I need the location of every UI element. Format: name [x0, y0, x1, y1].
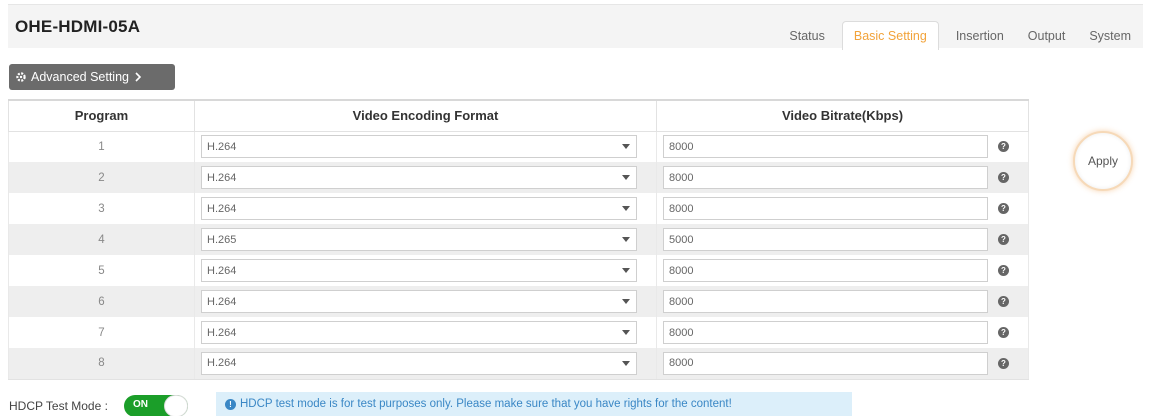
table-row: 4 H.265 ? [8, 224, 1029, 255]
chevron-down-icon [622, 268, 630, 273]
encoding-format-value: H.264 [207, 295, 237, 308]
nav-tabs: Status Basic Setting Insertion Output Sy… [777, 21, 1143, 50]
info-icon: ! [225, 398, 236, 410]
toggle-knob [164, 395, 188, 416]
encoding-format-value: H.265 [207, 233, 237, 246]
tab-system[interactable]: System [1077, 21, 1143, 50]
encoding-format-value: H.264 [207, 357, 237, 370]
encoding-format-value: H.264 [207, 171, 237, 184]
bitrate-input[interactable] [663, 259, 988, 282]
chevron-right-icon [133, 71, 143, 83]
program-number: 6 [8, 286, 195, 317]
encoding-format-select[interactable]: H.264 [201, 166, 637, 189]
table-row: 1 H.264 ? [8, 131, 1029, 162]
help-icon[interactable]: ? [998, 265, 1009, 276]
program-number: 4 [8, 224, 195, 255]
bitrate-input[interactable] [663, 321, 988, 344]
toggle-state-text: ON [133, 399, 148, 410]
column-header-program: Program [8, 99, 195, 132]
chevron-down-icon [622, 144, 630, 150]
tab-status[interactable]: Status [777, 21, 836, 50]
chevron-down-icon [622, 237, 630, 242]
help-icon[interactable]: ? [998, 203, 1009, 214]
table-header-row: Program Video Encoding Format Video Bitr… [8, 99, 1029, 132]
gear-icon [15, 71, 27, 83]
table-row: 6 H.264 ? [8, 286, 1029, 317]
encoding-format-select[interactable]: H.264 [201, 259, 637, 282]
chevron-down-icon [622, 330, 630, 335]
program-number: 7 [8, 317, 195, 348]
tab-insertion[interactable]: Insertion [944, 21, 1016, 50]
table-row: 5 H.264 ? [8, 255, 1029, 286]
bitrate-input[interactable] [663, 197, 988, 220]
hdcp-notice: ! HDCP test mode is for test purposes on… [216, 392, 852, 416]
encoding-format-select[interactable]: H.264 [201, 351, 637, 375]
encoding-format-value: H.264 [207, 202, 237, 215]
encoding-format-select[interactable]: H.264 [201, 197, 637, 220]
apply-button[interactable]: Apply [1073, 131, 1133, 191]
table-row: 7 H.264 ? [8, 317, 1029, 348]
header-bar: OHE-HDMI-05A Status Basic Setting Insert… [8, 4, 1143, 50]
program-number: 2 [8, 162, 195, 193]
program-table: Program Video Encoding Format Video Bitr… [8, 99, 1029, 380]
tab-basic-setting[interactable]: Basic Setting [841, 21, 939, 50]
bitrate-input[interactable] [663, 135, 988, 159]
hdcp-notice-text: HDCP test mode is for test purposes only… [240, 398, 732, 410]
encoding-format-select[interactable]: H.264 [201, 321, 637, 344]
column-header-bitrate: Video Bitrate(Kbps) [656, 99, 1029, 132]
help-icon[interactable]: ? [998, 357, 1009, 369]
hdcp-test-mode-toggle[interactable]: ON [124, 395, 188, 416]
table-row: 2 H.264 ? [8, 162, 1029, 193]
encoding-format-select[interactable]: H.264 [201, 290, 637, 313]
chevron-down-icon [622, 360, 630, 366]
program-number: 8 [8, 348, 195, 380]
app-title: OHE-HDMI-05A [15, 17, 141, 36]
program-number: 5 [8, 255, 195, 286]
chevron-down-icon [622, 175, 630, 180]
table-row: 8 H.264 ? [8, 348, 1029, 380]
encoding-format-value: H.264 [207, 264, 237, 277]
encoding-format-value: H.264 [207, 140, 237, 153]
hdcp-test-mode-label: HDCP Test Mode : [9, 399, 108, 413]
bitrate-input[interactable] [663, 351, 988, 375]
bitrate-input[interactable] [663, 228, 988, 251]
bitrate-input[interactable] [663, 166, 988, 189]
advanced-setting-button[interactable]: Advanced Setting [9, 64, 175, 90]
chevron-down-icon [622, 299, 630, 304]
bitrate-input[interactable] [663, 290, 988, 313]
column-header-format: Video Encoding Format [194, 99, 657, 132]
help-icon[interactable]: ? [998, 234, 1009, 245]
chevron-down-icon [622, 206, 630, 211]
encoding-format-select[interactable]: H.264 [201, 135, 637, 159]
table-row: 3 H.264 ? [8, 193, 1029, 224]
tab-output[interactable]: Output [1016, 21, 1078, 50]
help-icon[interactable]: ? [998, 172, 1009, 183]
advanced-setting-label: Advanced Setting [31, 70, 129, 84]
help-icon[interactable]: ? [998, 296, 1009, 307]
program-number: 3 [8, 193, 195, 224]
help-icon[interactable]: ? [998, 327, 1009, 338]
program-table-wrapper: Program Video Encoding Format Video Bitr… [8, 99, 1029, 380]
encoding-format-select[interactable]: H.265 [201, 228, 637, 251]
program-number: 1 [8, 131, 195, 162]
help-icon[interactable]: ? [998, 141, 1009, 153]
encoding-format-value: H.264 [207, 326, 237, 339]
